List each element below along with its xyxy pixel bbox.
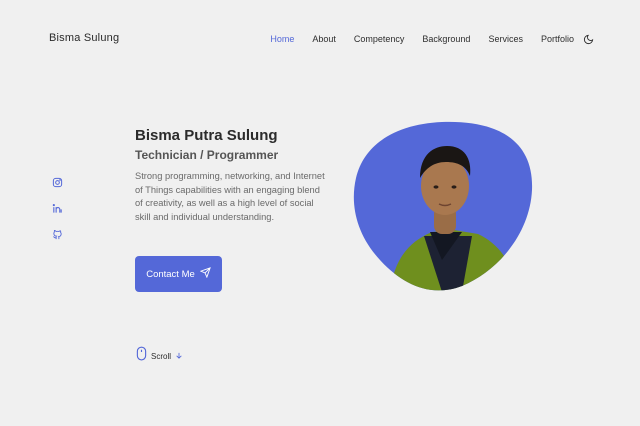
- moon-icon[interactable]: [582, 33, 594, 45]
- social-links: [51, 176, 63, 254]
- profile-photo: [350, 120, 534, 292]
- contact-me-label: Contact Me: [146, 268, 195, 280]
- instagram-icon[interactable]: [51, 176, 63, 188]
- nav-about[interactable]: About: [312, 34, 336, 44]
- nav-home[interactable]: Home: [270, 34, 294, 44]
- nav-portfolio[interactable]: Portfolio: [541, 34, 574, 44]
- contact-me-button[interactable]: Contact Me: [135, 256, 222, 292]
- linkedin-icon[interactable]: [51, 202, 63, 214]
- nav-competency[interactable]: Competency: [354, 34, 405, 44]
- nav-services[interactable]: Services: [488, 34, 523, 44]
- hero-description: Strong programming, networking, and Inte…: [135, 171, 325, 222]
- github-icon[interactable]: [51, 228, 63, 240]
- nav-background[interactable]: Background: [422, 34, 470, 44]
- brand-logo[interactable]: Bisma Sulung: [49, 32, 119, 44]
- arrow-down-icon: [175, 347, 183, 365]
- main-nav: Home About Competency Background Service…: [270, 33, 594, 45]
- hero-role: Technician / Programmer: [135, 148, 279, 162]
- send-icon: [199, 267, 211, 281]
- hero-name: Bisma Putra Sulung: [135, 127, 278, 144]
- scroll-down-link[interactable]: Scroll: [136, 346, 183, 366]
- mouse-icon: [136, 346, 147, 366]
- scroll-label: Scroll: [151, 351, 172, 361]
